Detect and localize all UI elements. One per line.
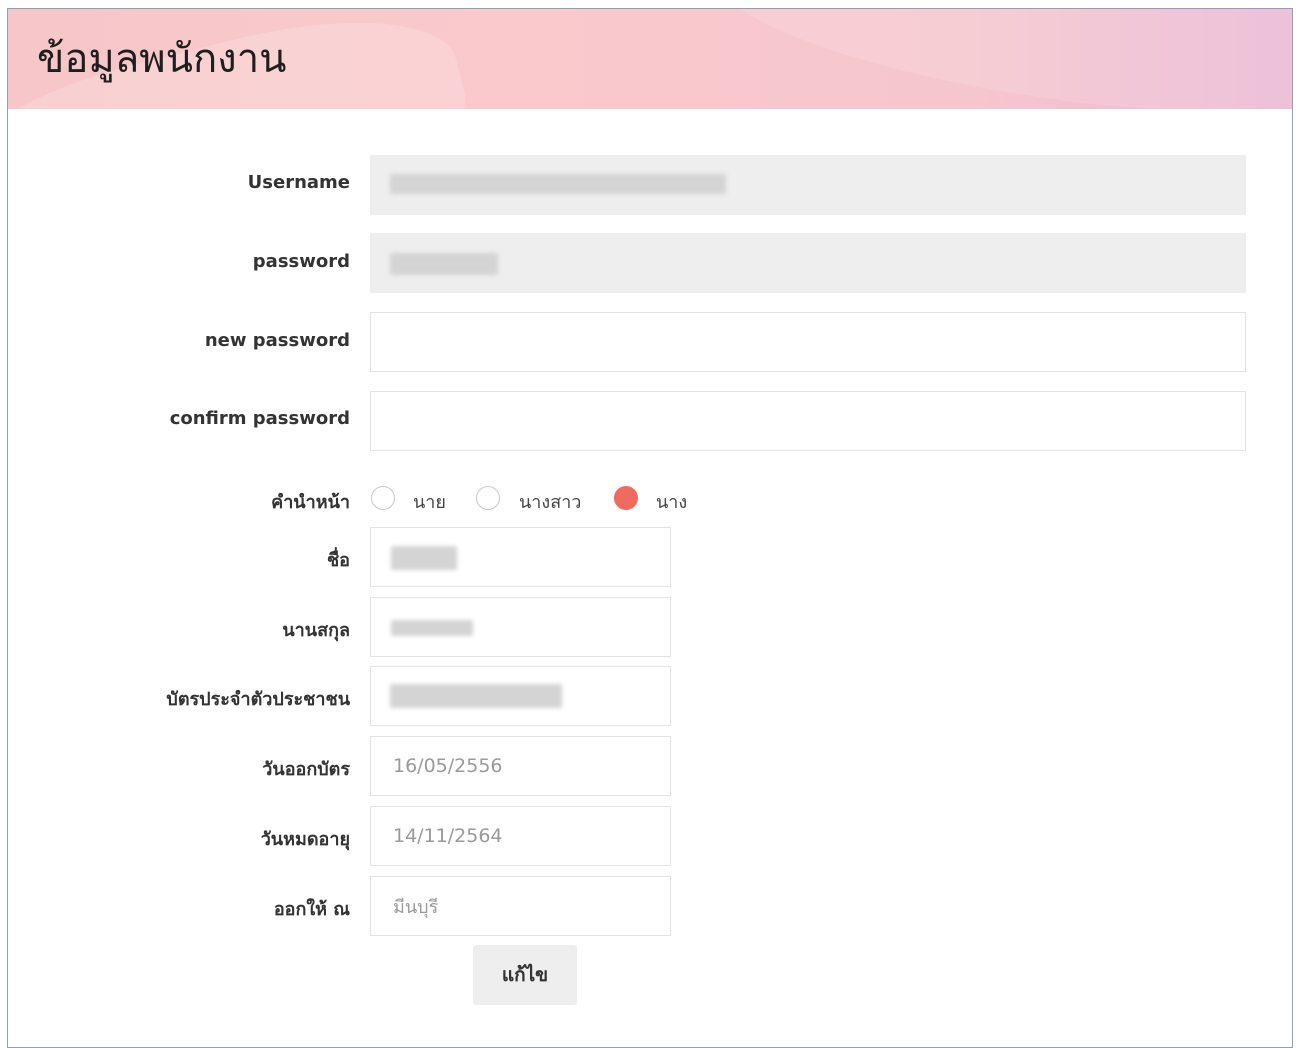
panel-header: ข้อมูลพนักงาน xyxy=(8,9,1292,109)
username-redacted-value xyxy=(390,174,726,194)
page-title: ข้อมูลพนักงาน xyxy=(37,36,287,82)
confirm-password-label: confirm password xyxy=(169,408,350,429)
title-prefix-label: คำนำหน้า xyxy=(271,492,350,513)
last-name-label: นานสกุล xyxy=(282,620,350,641)
radio-mr[interactable] xyxy=(371,486,395,510)
issue-date-field[interactable] xyxy=(370,736,671,796)
radio-mrs[interactable] xyxy=(614,486,638,510)
first-name-label: ชื่อ xyxy=(326,550,350,571)
new-password-field[interactable] xyxy=(370,312,1246,372)
last-name-redacted-value xyxy=(391,620,473,636)
radio-label-mr[interactable]: นาย xyxy=(413,487,446,516)
password-redacted-value xyxy=(390,253,498,275)
confirm-password-field[interactable] xyxy=(370,391,1246,451)
issued-at-label: ออกให้ ณ xyxy=(273,899,350,920)
expiry-date-field[interactable] xyxy=(370,806,671,866)
radio-label-mrs[interactable]: นาง xyxy=(656,487,687,516)
radio-label-miss[interactable]: นางสาว xyxy=(519,487,581,516)
id-card-redacted-value xyxy=(390,684,562,708)
password-field[interactable] xyxy=(370,233,1246,293)
password-label: password xyxy=(252,251,350,272)
radio-miss[interactable] xyxy=(476,486,500,510)
edit-button[interactable]: แก้ไข xyxy=(473,945,577,1005)
expiry-date-label: วันหมดอายุ xyxy=(260,829,350,850)
new-password-label: new password xyxy=(204,330,350,351)
issued-at-field[interactable] xyxy=(370,876,671,936)
id-card-label: บัตรประจำตัวประชาชน xyxy=(166,689,350,710)
issue-date-label: วันออกบัตร xyxy=(262,759,350,780)
first-name-redacted-value xyxy=(391,546,457,570)
username-label: Username xyxy=(247,172,350,193)
